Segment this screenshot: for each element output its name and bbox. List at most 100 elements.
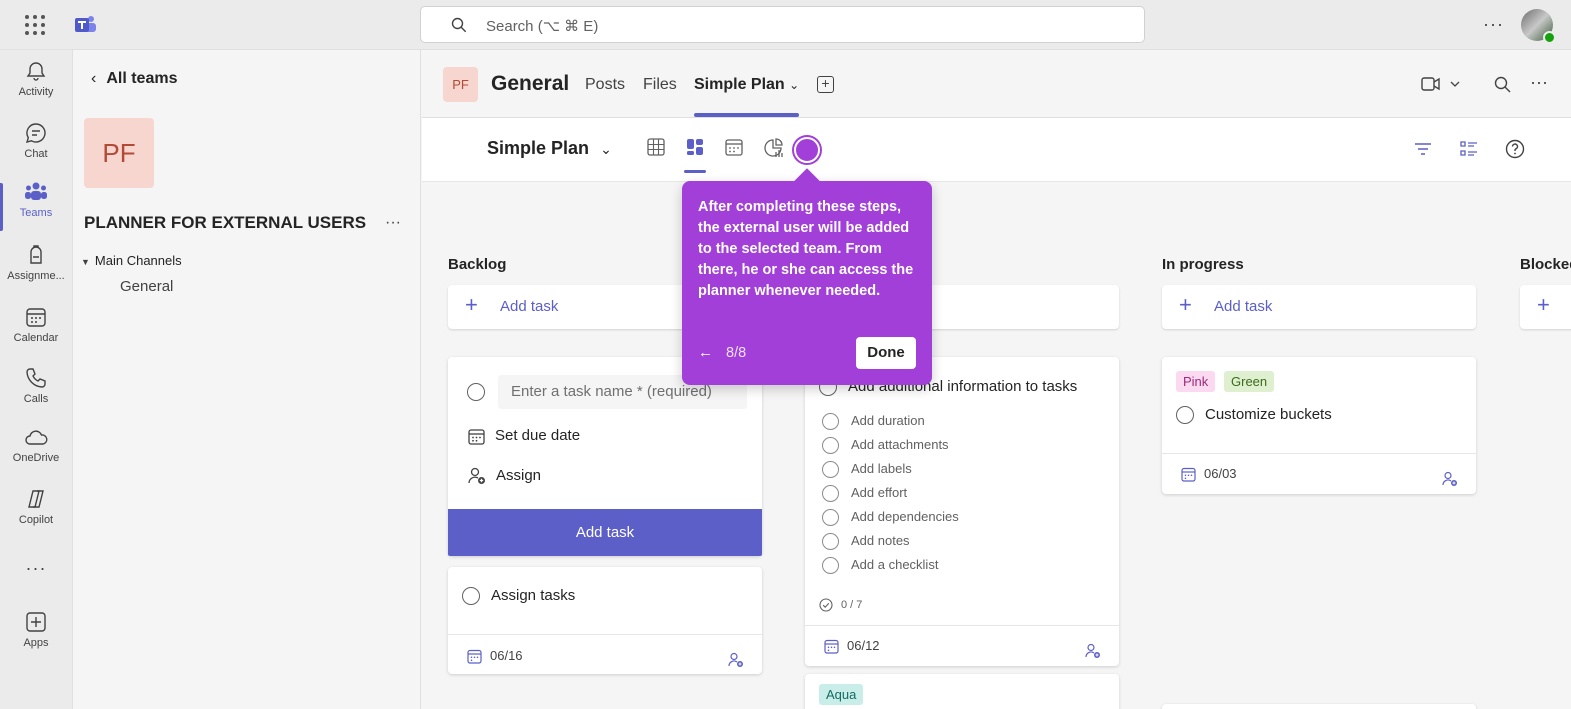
tab-label: Simple Plan — [694, 76, 785, 93]
channels-header[interactable]: ▼ Main Channels — [81, 253, 182, 268]
search-input[interactable]: Search (⌥ ⌘ E) — [420, 6, 1145, 43]
rail-label: Calls — [23, 393, 49, 405]
add-task-label: Add task — [500, 298, 559, 315]
rail-item-calls[interactable]: Calls — [0, 367, 72, 405]
schedule-view-icon[interactable] — [725, 138, 743, 156]
charts-view-icon[interactable] — [764, 138, 784, 158]
task-card-partial[interactable] — [1162, 704, 1476, 709]
assign-button[interactable]: Assign — [468, 467, 541, 485]
rail-item-teams[interactable]: Teams — [0, 181, 72, 231]
search-icon[interactable] — [1494, 76, 1511, 93]
channel-item-general[interactable]: General — [120, 278, 173, 295]
chevron-down-icon: ⌄ — [600, 141, 612, 157]
board-view-icon[interactable] — [686, 138, 704, 156]
rail-item-copilot[interactable]: Copilot — [0, 488, 72, 526]
check-circle-icon — [819, 598, 833, 612]
rail-item-onedrive[interactable]: OneDrive — [0, 428, 72, 464]
caret-down-icon: ▼ — [81, 257, 90, 267]
checklist-checkbox[interactable] — [822, 437, 839, 455]
filter-icon[interactable] — [1414, 142, 1432, 156]
tab-posts[interactable]: Posts — [585, 76, 625, 94]
card-divider — [448, 634, 762, 635]
tab-simple-plan[interactable]: Simple Plan ⌄ — [694, 76, 799, 94]
teams-logo-icon — [75, 16, 96, 32]
add-task-button-blocked[interactable]: + — [1520, 285, 1571, 329]
due-date-label: Set due date — [495, 427, 581, 444]
due-date-text: 06/12 — [847, 638, 880, 653]
grid-view-icon[interactable] — [647, 138, 665, 156]
tour-step-counter: 8/8 — [726, 345, 747, 361]
more-options-icon[interactable]: ··· — [1530, 72, 1548, 93]
rail-item-assignments[interactable]: Assignme... — [0, 244, 72, 282]
checklist-item[interactable]: Add dependencies — [822, 509, 959, 527]
plan-toolbar: Simple Plan ⌄ — [422, 118, 1571, 182]
checklist-checkbox[interactable] — [822, 557, 839, 575]
checklist-item[interactable]: Add notes — [822, 533, 910, 551]
task-card-aqua[interactable]: Aqua — [805, 674, 1119, 709]
task-card-customize-buckets[interactable]: Pink Green Customize buckets 06/03 — [1162, 357, 1476, 494]
rail-item-activity[interactable]: Activity — [0, 60, 72, 98]
team-more-options-icon[interactable]: ··· — [385, 214, 401, 232]
avatar[interactable] — [1521, 9, 1556, 44]
search-icon — [451, 17, 467, 33]
tour-back-arrow-icon[interactable]: ← — [698, 344, 713, 361]
rail-item-apps[interactable]: Apps — [0, 611, 72, 649]
all-teams-back-button[interactable]: ‹ All teams — [91, 70, 177, 88]
checklist-item[interactable]: Add duration — [822, 413, 925, 431]
board: Backlog In progress Blocked + Add task + A… — [422, 183, 1571, 709]
tour-step-dot[interactable] — [794, 137, 820, 163]
help-icon[interactable] — [1505, 139, 1525, 159]
task-card-additional-info[interactable]: Add additional information to tasks Add … — [805, 357, 1119, 666]
group-by-icon[interactable] — [1459, 140, 1479, 158]
rail-label: Apps — [23, 637, 49, 649]
checklist-checkbox[interactable] — [822, 413, 839, 431]
rail-item-calendar[interactable]: Calendar — [0, 306, 72, 344]
add-tab-button[interactable]: + — [817, 76, 834, 93]
task-complete-checkbox[interactable] — [1176, 406, 1194, 425]
task-card-assign-tasks[interactable]: Assign tasks 06/16 — [448, 567, 762, 674]
bucket-title-in-progress[interactable]: In progress — [1162, 256, 1244, 273]
assign-person-icon[interactable] — [728, 652, 744, 668]
checklist-checkbox[interactable] — [822, 461, 839, 479]
checklist-checkbox[interactable] — [822, 485, 839, 503]
submit-add-task-button[interactable]: Add task — [448, 509, 762, 556]
plan-title[interactable]: Simple Plan ⌄ — [487, 138, 612, 159]
label-pill: Pink — [1176, 371, 1216, 392]
assign-person-icon[interactable] — [1442, 471, 1458, 487]
cloud-icon — [25, 430, 48, 445]
chevron-left-icon: ‹ — [91, 70, 97, 87]
tour-done-button[interactable]: Done — [856, 337, 916, 369]
calendar-icon — [26, 308, 46, 327]
due-date-text: 06/03 — [1204, 466, 1237, 481]
rail-label: Activity — [18, 86, 54, 98]
bucket-title-backlog[interactable]: Backlog — [448, 256, 506, 273]
rail-label: Assignme... — [7, 270, 65, 282]
chevron-down-icon[interactable] — [1450, 80, 1460, 88]
chat-icon — [25, 123, 46, 144]
rail-label: Chat — [24, 148, 48, 160]
set-due-date-button[interactable]: Set due date — [468, 427, 580, 445]
tab-files[interactable]: Files — [643, 76, 677, 94]
plus-icon: + — [1179, 292, 1192, 317]
checklist-item[interactable]: Add attachments — [822, 437, 949, 455]
task-complete-checkbox[interactable] — [462, 587, 480, 606]
back-label: All teams — [106, 70, 178, 87]
rail-item-chat[interactable]: Chat — [0, 122, 72, 160]
assign-person-icon[interactable] — [1085, 643, 1101, 659]
checklist-progress-text: 0 / 7 — [841, 598, 863, 611]
more-apps-icon[interactable]: ··· — [0, 558, 72, 579]
add-task-button-in-progress[interactable]: + Add task — [1162, 285, 1476, 329]
app-launcher-icon[interactable] — [25, 15, 45, 35]
checklist-item[interactable]: Add effort — [822, 485, 907, 503]
card-divider — [805, 625, 1119, 626]
checklist-label: Add a checklist — [851, 557, 939, 572]
more-options-icon[interactable]: ··· — [1483, 14, 1504, 35]
checklist-item[interactable]: Add a checklist — [822, 557, 939, 575]
video-call-icon[interactable] — [1421, 76, 1441, 92]
channel-title: General — [491, 72, 570, 95]
checklist-checkbox[interactable] — [822, 509, 839, 527]
checklist-checkbox[interactable] — [822, 533, 839, 551]
checklist-item[interactable]: Add labels — [822, 461, 912, 479]
task-complete-checkbox[interactable] — [467, 383, 485, 401]
bucket-title-blocked[interactable]: Blocked — [1520, 256, 1571, 273]
